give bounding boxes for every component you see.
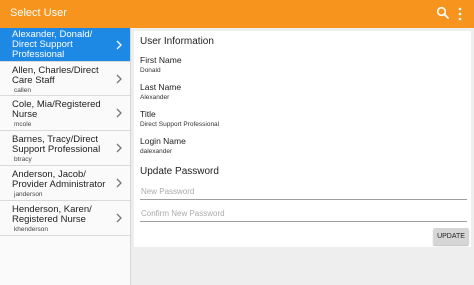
user-list-item[interactable]: Cole, Mia/Registered Nurse mcole [0, 96, 130, 131]
user-name: Alexander, Donald/ Direct Support Profes… [12, 29, 93, 60]
user-information-heading: User Information [140, 36, 214, 47]
chevron-right-icon [116, 213, 122, 223]
title-value: Direct Support Professional [140, 121, 220, 128]
first-name-value: Donald [140, 67, 161, 74]
user-list-item[interactable]: Allen, Charles/Direct Care Staff callen [0, 62, 130, 96]
app-title: Select User [10, 7, 67, 19]
chevron-right-icon [116, 143, 122, 153]
user-list: Alexander, Donald/ Direct Support Profes… [0, 28, 131, 285]
more-vert-icon[interactable] [455, 6, 465, 22]
user-list-item[interactable]: Barnes, Tracy/Direct Support Professiona… [0, 131, 130, 166]
user-login: janderson [14, 191, 43, 198]
update-button[interactable]: UPDATE [433, 228, 469, 245]
first-name-label: First Name [140, 55, 182, 65]
update-password-heading: Update Password [140, 166, 219, 177]
user-name: Allen, Charles/Direct Care Staff [12, 65, 99, 86]
user-list-item[interactable]: Henderson, Karen/ Registered Nurse khend… [0, 201, 130, 236]
chevron-right-icon [116, 74, 122, 83]
last-name-label: Last Name [140, 82, 182, 92]
user-name: Barnes, Tracy/Direct Support Professiona… [12, 134, 101, 155]
user-name: Cole, Mia/Registered Nurse [12, 99, 101, 120]
detail-pane: User Information First Name Donald Last … [131, 28, 474, 285]
login-name-value: dalexander [140, 148, 173, 155]
confirm-password-input[interactable] [140, 206, 467, 222]
user-login: btracy [14, 156, 32, 163]
user-login: mcole [14, 121, 32, 128]
title-label: Title [140, 109, 156, 119]
user-name: Anderson, Jacob/ Provider Administrator [12, 169, 106, 190]
user-list-item-selected[interactable]: Alexander, Donald/ Direct Support Profes… [0, 28, 130, 62]
search-icon[interactable] [436, 6, 450, 20]
last-name-value: Alexander [140, 94, 170, 101]
user-login: khenderson [14, 226, 48, 233]
chevron-right-icon [116, 178, 122, 188]
user-name: Henderson, Karen/ Registered Nurse [12, 204, 92, 225]
user-list-item[interactable]: Anderson, Jacob/ Provider Administrator … [0, 166, 130, 201]
new-password-input[interactable] [140, 184, 467, 200]
chevron-right-icon [116, 108, 122, 118]
chevron-right-icon [116, 40, 122, 49]
login-name-label: Login Name [140, 136, 186, 146]
user-details-card: User Information First Name Donald Last … [134, 31, 471, 247]
app-bar: Select User [0, 0, 474, 28]
